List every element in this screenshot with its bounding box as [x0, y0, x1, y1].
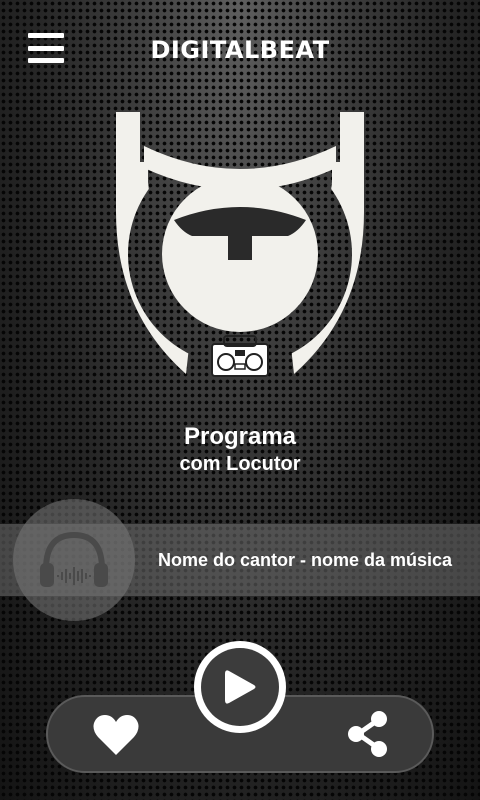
heart-icon: [93, 715, 139, 755]
play-icon: [225, 670, 256, 704]
play-button[interactable]: [194, 641, 286, 733]
headphones-icon: [40, 531, 108, 587]
station-logo: [116, 112, 364, 377]
program-info: Programa com Locutor: [0, 422, 480, 476]
share-icon: [348, 711, 387, 757]
program-title: Programa: [183, 423, 297, 450]
share-button[interactable]: [346, 710, 390, 758]
boombox-icon: [211, 335, 269, 377]
cover-art: [13, 499, 135, 621]
program-host: com Locutor: [179, 453, 301, 475]
app-header: DIGITALBEAT: [0, 0, 480, 100]
play-button-inner: [201, 648, 279, 726]
like-button[interactable]: [92, 713, 140, 757]
song-title: Nome do cantor - nome da música: [158, 550, 453, 570]
app-title: DIGITALBEAT: [150, 36, 330, 64]
